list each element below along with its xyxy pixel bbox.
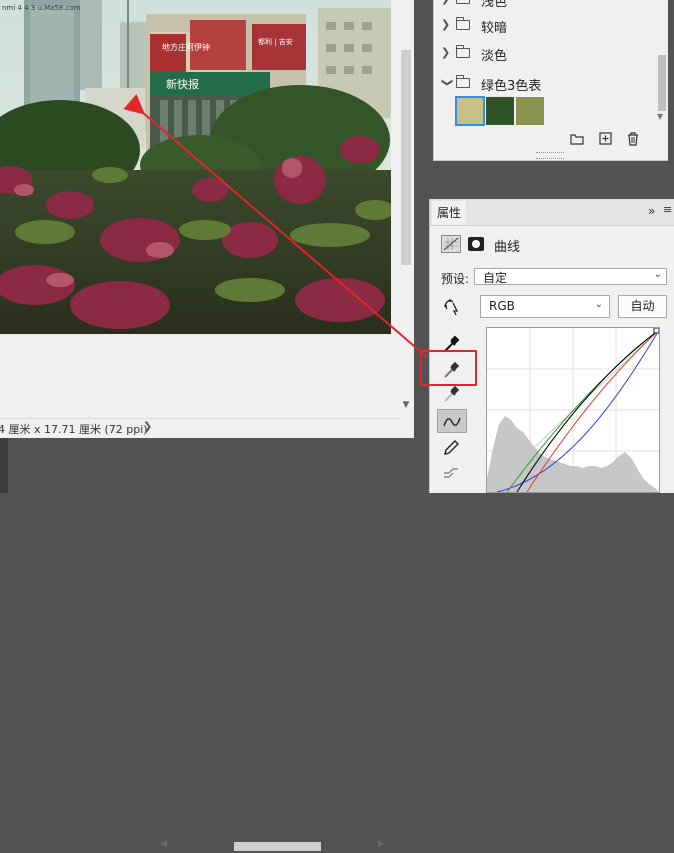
expand-chevron-icon[interactable]: ❯	[441, 46, 450, 59]
add-icon[interactable]	[599, 132, 612, 145]
swatch-group-green-3[interactable]: ❯ 绿色3色表	[434, 71, 656, 97]
billboard-top-text: 地方庄阿伊钟	[162, 42, 210, 52]
preset-label: 预设:	[441, 272, 470, 286]
workspace-background	[0, 438, 429, 493]
curves-adjustment-icon	[441, 235, 461, 253]
layer-mask-icon[interactable]	[468, 237, 484, 251]
folder-icon	[456, 17, 470, 30]
panel-edge	[668, 0, 674, 200]
folder-icon	[456, 45, 470, 58]
billboard-side-text: 都利 | 吉安	[258, 37, 293, 46]
document-photo[interactable]: nmi 4 4 3 u.Ma58.com 地方庄阿伊钟 都利 | 吉安 新快报	[0, 0, 391, 334]
collapse-chevron-icon[interactable]: ❯	[441, 78, 454, 87]
panel-menu-icon[interactable]: ≡	[663, 203, 673, 216]
curve-endpoint-handle[interactable]	[653, 328, 659, 334]
folder-icon	[456, 75, 470, 88]
watermark-text: nmi 4 4 3 u.Ma58.com	[2, 4, 81, 12]
folder-icon[interactable]	[570, 133, 584, 145]
swatches-scroll-thumb[interactable]	[658, 55, 666, 111]
panel-resize-grip[interactable]	[536, 152, 564, 159]
curves-graph[interactable]	[486, 327, 660, 493]
properties-panel-header: 属性 » ≡	[430, 199, 674, 226]
tab-properties[interactable]: 属性	[432, 201, 466, 225]
swatch-group-label: 绿色3色表	[481, 79, 542, 94]
swatch-group-light[interactable]: ❯ 浅色	[434, 0, 656, 13]
collapse-panel-icon[interactable]: »	[648, 204, 655, 218]
swatch-group-darker[interactable]: ❯ 较暗	[434, 13, 656, 39]
swatch-color-tile[interactable]	[486, 97, 514, 125]
chevron-down-icon: ⌄	[594, 299, 603, 310]
swatches-scrollbar[interactable]: ▼	[656, 0, 668, 124]
channel-value: RGB	[489, 299, 515, 313]
trash-icon[interactable]	[627, 132, 639, 146]
on-image-adjust-icon[interactable]	[442, 297, 464, 317]
chevron-down-icon: ⌄	[653, 269, 662, 280]
swatch-group-pale[interactable]: ❯ 淡色	[434, 41, 656, 67]
status-menu-chevron-icon[interactable]: ❯	[143, 420, 152, 433]
smooth-curve-icon[interactable]	[438, 410, 466, 434]
scroll-down-arrow-icon[interactable]: ▼	[401, 400, 411, 410]
pencil-icon[interactable]	[438, 435, 466, 459]
properties-panel: 属性 » ≡ 曲线 预设: 自定 ⌄ RGB ⌄ 自动	[429, 199, 674, 493]
swatch-color-tile[interactable]	[455, 96, 485, 126]
expand-chevron-icon[interactable]: ❯	[441, 18, 450, 31]
scroll-left-arrow-icon[interactable]: ◀	[160, 839, 167, 849]
swatch-group-label: 较暗	[481, 21, 508, 36]
scroll-right-arrow-icon[interactable]: ▶	[378, 839, 385, 849]
swatches-toolbar	[434, 127, 656, 153]
expand-chevron-icon[interactable]: ❯	[441, 0, 450, 5]
green-sign-text: 新快报	[166, 77, 199, 91]
panel-title: 曲线	[494, 240, 521, 255]
curves-graph-canvas[interactable]	[487, 328, 659, 492]
canvas-horizontal-scrollbar[interactable]: ◀ ▶	[160, 839, 390, 853]
canvas-vertical-scrollbar[interactable]: ▼	[399, 0, 413, 418]
channel-dropdown[interactable]: RGB ⌄	[480, 295, 610, 318]
preset-dropdown[interactable]: 自定 ⌄	[474, 268, 667, 285]
document-status-bar: 4 厘米 x 17.71 厘米 (72 ppi) ❯ ◀ ▶	[0, 418, 399, 851]
swatch-group-label: 浅色	[481, 0, 508, 10]
swatch-color-tile[interactable]	[516, 97, 544, 125]
folder-icon	[456, 0, 470, 4]
highlight-annotation-box	[420, 350, 477, 386]
scroll-down-arrow-icon[interactable]: ▼	[657, 112, 663, 121]
horizontal-scroll-thumb[interactable]	[234, 842, 321, 851]
vertical-scroll-thumb[interactable]	[401, 50, 411, 265]
workspace-edge	[0, 438, 8, 493]
document-canvas-area: nmi 4 4 3 u.Ma58.com 地方庄阿伊钟 都利 | 吉安 新快报	[0, 0, 414, 438]
swatch-group-label: 淡色	[481, 49, 508, 64]
smooth-icon[interactable]	[438, 461, 466, 485]
document-size-text: 4 厘米 x 17.71 厘米 (72 ppi)	[0, 423, 148, 436]
preset-value: 自定	[483, 271, 508, 285]
swatches-panel: ❯ 浅色 ❯ 较暗 ❯ 淡色 ❯ 绿色3色表 ▼	[433, 0, 670, 161]
auto-button[interactable]: 自动	[618, 295, 667, 318]
